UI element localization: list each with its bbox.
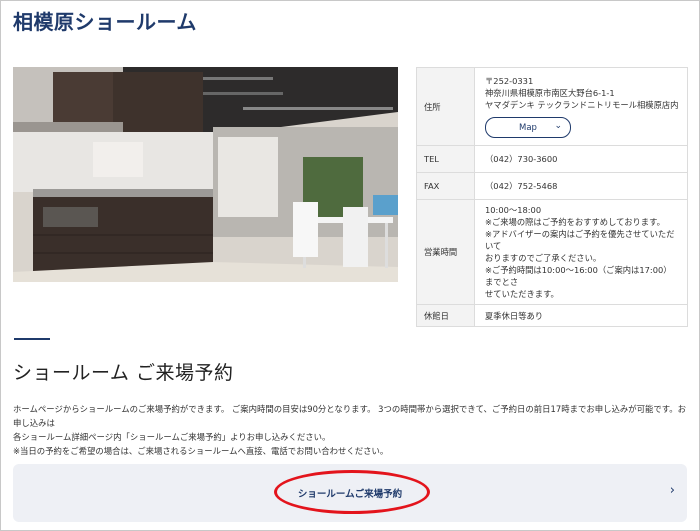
address-line: ヤマダデンキ テックランドニトリモール相模原店内	[485, 100, 679, 110]
showroom-info-table: 住所 〒252-0331 神奈川県相模原市南区大野台6-1-1 ヤマダデンキ テ…	[416, 67, 688, 327]
hours-line: ※ご来場の際はご予約をおすすめしております。	[485, 217, 665, 227]
page-title: 相模原ショールーム	[13, 10, 197, 34]
hours-line: ※ご予約時間は10:00〜16:00（ご案内は17:00）までとさ	[485, 265, 672, 287]
highlight-circle	[274, 470, 430, 514]
tel-value: （042）730-3600	[474, 145, 688, 173]
description-line: 各ショールーム詳細ページ内「ショールームご来場予約」よりお申し込みください。	[13, 432, 331, 442]
showroom-photo	[13, 67, 398, 282]
fax-value: （042）752-5468	[474, 172, 688, 200]
reservation-title: ショールーム ご来場予約	[13, 362, 234, 384]
address-value: 〒252-0331 神奈川県相模原市南区大野台6-1-1 ヤマダデンキ テックラ…	[474, 67, 688, 146]
chevron-right-icon: ›	[669, 483, 675, 498]
map-button-label: Map	[519, 122, 537, 133]
chevron-down-icon: ⌄	[554, 121, 562, 131]
address-label: 住所	[416, 67, 475, 146]
hours-label: 営業時間	[416, 199, 475, 305]
hours-value: 10:00〜18:00 ※ご来場の際はご予約をおすすめしております。 ※アドバイ…	[474, 199, 688, 305]
reservation-description: ホームページからショールームのご来場予約ができます。 ご案内時間の目安は90分と…	[13, 402, 691, 458]
hours-line: せていただきます。	[485, 289, 559, 299]
hours-line: ※アドバイザーの案内はご予約を優先させていただいて	[485, 229, 675, 251]
address-line: 神奈川県相模原市南区大野台6-1-1	[485, 88, 615, 98]
section-divider	[14, 338, 50, 340]
fax-label: FAX	[416, 172, 475, 200]
address-line: 〒252-0331	[485, 76, 534, 86]
hours-line: おりますのでご了承ください。	[485, 253, 602, 263]
map-button[interactable]: Map ⌄	[485, 117, 571, 138]
tel-label: TEL	[416, 145, 475, 173]
description-line: ホームページからショールームのご来場予約ができます。 ご案内時間の目安は90分と…	[13, 404, 686, 428]
description-line: ※当日の予約をご希望の場合は、ご来場されるショールームへ直接、電話でお問い合わせ…	[13, 446, 389, 456]
hours-line: 10:00〜18:00	[485, 205, 542, 215]
closed-value: 夏季休日等あり	[474, 304, 688, 327]
closed-label: 休館日	[416, 304, 475, 327]
